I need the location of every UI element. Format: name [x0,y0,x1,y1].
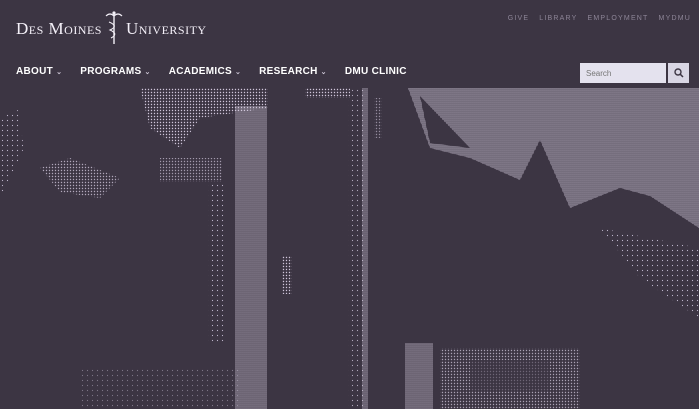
chevron-down-icon: ⌄ [320,68,327,76]
logo-text-left: Des Moines [16,18,102,38]
nav-item-academics[interactable]: ACADEMICS ⌄ [169,66,241,77]
site-logo[interactable]: Des Moines University [16,8,207,48]
nav-item-about[interactable]: ABOUT ⌄ [16,66,62,77]
hero-image [0,88,699,409]
nav-label: PROGRAMS [80,66,142,77]
logo-text-right: University [125,18,207,38]
nav-item-research[interactable]: RESEARCH ⌄ [259,66,327,77]
utility-nav: Give Library Employment MyDMU [508,15,691,22]
hero-building-photo [0,88,699,409]
main-nav: ABOUT ⌄ PROGRAMS ⌄ ACADEMICS ⌄ RESEARCH … [16,66,407,77]
nav-label: RESEARCH [259,66,318,77]
util-link-employment[interactable]: Employment [588,15,649,22]
search-button[interactable] [668,63,689,83]
nav-item-dmu-clinic[interactable]: DMU CLINIC [345,66,407,77]
chevron-down-icon: ⌄ [144,68,151,76]
search-box [580,63,689,83]
nav-item-programs[interactable]: PROGRAMS ⌄ [80,66,150,77]
page: Des Moines University Give Library Emplo… [0,0,699,409]
search-input[interactable] [580,63,666,83]
nav-label: ABOUT [16,66,54,77]
nav-label: ACADEMICS [168,66,232,77]
util-link-mydmu[interactable]: MyDMU [659,15,691,22]
search-icon [673,68,684,78]
site-header: Des Moines University Give Library Emplo… [0,0,699,88]
chevron-down-icon: ⌄ [234,68,242,76]
util-link-give[interactable]: Give [508,15,530,22]
caduceus-icon [105,11,123,44]
util-link-library[interactable]: Library [539,15,577,22]
chevron-down-icon: ⌄ [56,68,63,76]
nav-label: DMU CLINIC [344,66,407,77]
